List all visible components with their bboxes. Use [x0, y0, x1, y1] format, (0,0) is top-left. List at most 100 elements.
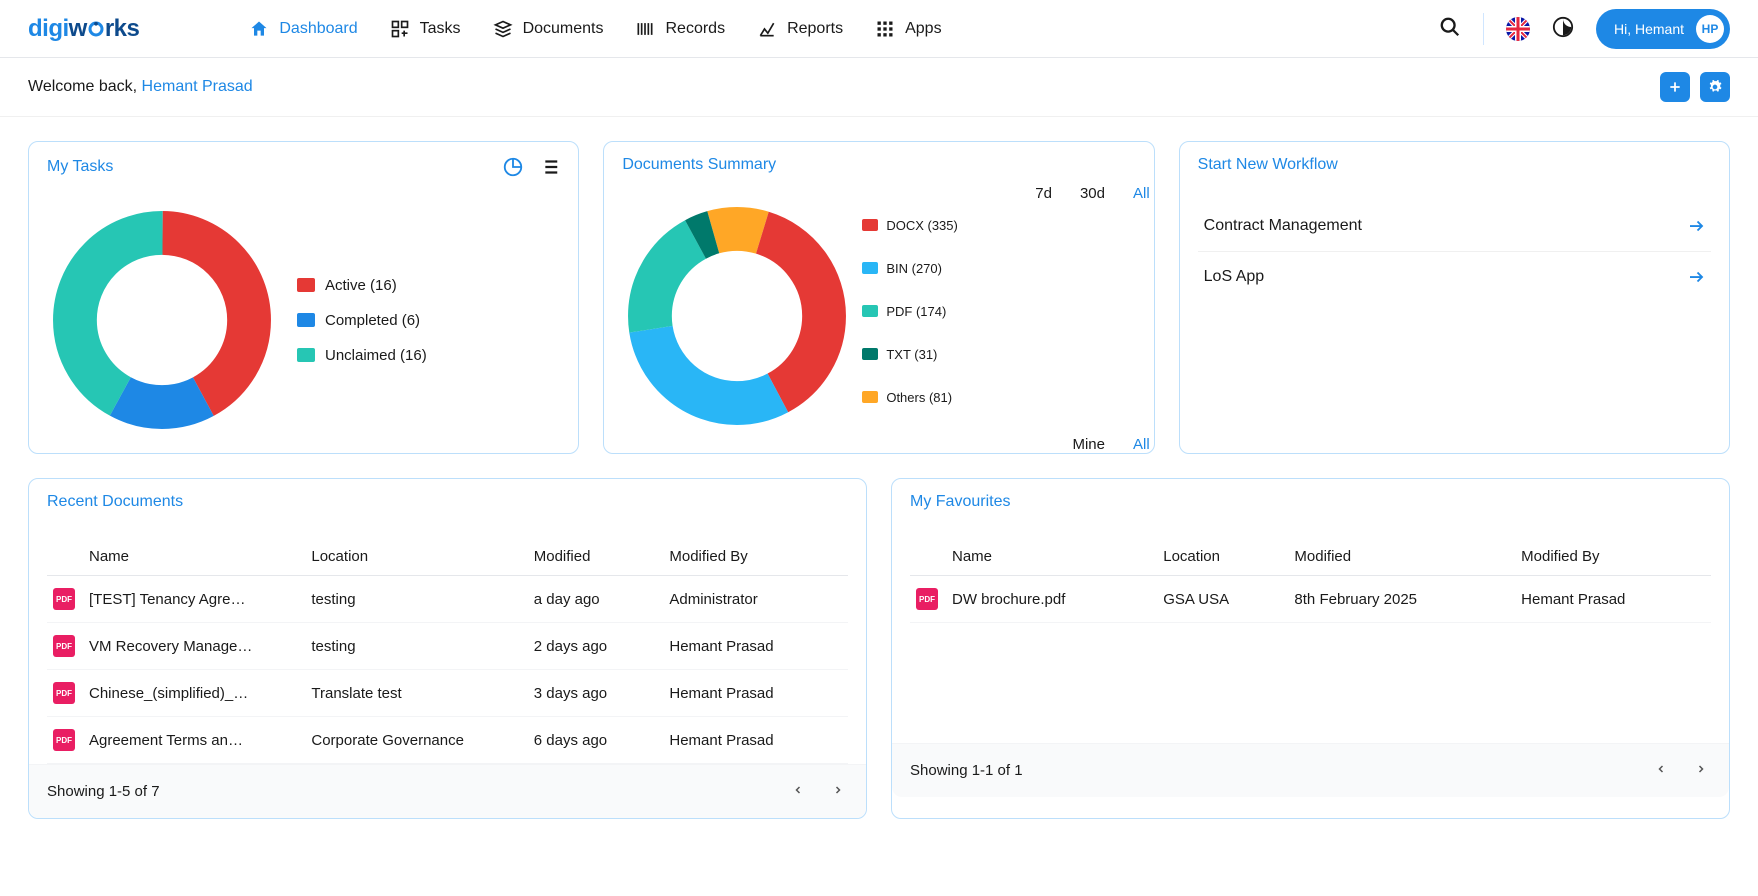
card-title: Start New Workflow — [1198, 156, 1338, 174]
documents-donut-chart — [622, 201, 852, 431]
legend-item: Others (81) — [862, 390, 958, 405]
prev-page-button[interactable] — [1651, 758, 1671, 783]
moon-icon — [1552, 16, 1574, 38]
table-footer: Showing 1-1 of 1 — [892, 743, 1729, 797]
nav-dashboard[interactable]: Dashboard — [249, 19, 357, 39]
table-row[interactable]: PDF [TEST] Tenancy Agre…testinga day agoA… — [47, 576, 848, 623]
chevron-left-icon — [792, 784, 804, 796]
range-7d[interactable]: 7d — [1035, 185, 1052, 202]
pdf-file-icon: PDF — [916, 588, 938, 610]
cell-by: Hemant Prasad — [663, 717, 848, 764]
bottom-grid: Recent Documents Name Location Modified … — [0, 478, 1758, 843]
legend-item: Unclaimed (16) — [297, 347, 427, 364]
logo[interactable]: digiwrks — [28, 15, 139, 43]
subheader-actions — [1660, 72, 1730, 102]
nav-label: Records — [665, 20, 725, 38]
pie-view-icon[interactable] — [502, 156, 524, 178]
pagination-summary: Showing 1-5 of 7 — [47, 783, 160, 800]
range-30d[interactable]: 30d — [1080, 185, 1105, 202]
cell-location: testing — [305, 576, 527, 623]
chevron-right-icon — [832, 784, 844, 796]
gear-icon — [1708, 80, 1722, 94]
pdf-file-icon: PDF — [53, 588, 75, 610]
range-all-owner[interactable]: All — [1133, 436, 1150, 453]
apps-grid-icon — [875, 19, 895, 39]
range-all[interactable]: All — [1133, 185, 1150, 202]
workflow-label: Contract Management — [1204, 217, 1362, 235]
table-footer: Showing 1-5 of 7 — [29, 764, 866, 818]
nav-tasks[interactable]: Tasks — [390, 19, 461, 39]
legend-item: PDF (174) — [862, 304, 958, 319]
cell-modified: 2 days ago — [528, 623, 664, 670]
cell-name: DW brochure.pdf — [946, 576, 1157, 623]
cell-by: Hemant Prasad — [1515, 576, 1711, 623]
chevron-right-icon — [1695, 763, 1707, 775]
nav-records[interactable]: Records — [635, 19, 725, 39]
nav-label: Apps — [905, 20, 941, 38]
nav-label: Documents — [523, 20, 604, 38]
cell-name: [TEST] Tenancy Agre… — [83, 576, 305, 623]
nav-apps[interactable]: Apps — [875, 19, 941, 39]
my-tasks-card: My Tasks Active (16) Completed (6) Uncla… — [28, 141, 579, 454]
table-row[interactable]: PDFDW brochure.pdfGSA USA8th February 20… — [910, 576, 1711, 623]
uk-flag-icon — [1506, 17, 1530, 41]
grid-plus-icon — [390, 19, 410, 39]
next-page-button[interactable] — [1691, 758, 1711, 783]
cell-name: Agreement Terms an… — [83, 717, 305, 764]
chart-icon — [757, 19, 777, 39]
nav-documents[interactable]: Documents — [493, 19, 604, 39]
prev-page-button[interactable] — [788, 779, 808, 804]
nav-label: Tasks — [420, 20, 461, 38]
legend-item: Completed (6) — [297, 312, 427, 329]
main-nav: Dashboard Tasks Documents Records Report… — [249, 19, 941, 39]
workflow-item[interactable]: Contract Management — [1198, 201, 1711, 252]
theme-toggle[interactable] — [1552, 16, 1574, 41]
welcome-message: Welcome back, Hemant Prasad — [28, 78, 253, 96]
col-modified-by: Modified By — [1515, 538, 1711, 576]
table-row[interactable]: PDFAgreement Terms an…Corporate Governan… — [47, 717, 848, 764]
col-name: Name — [946, 538, 1157, 576]
user-menu[interactable]: Hi, Hemant HP — [1596, 9, 1730, 49]
layers-icon — [493, 19, 513, 39]
nav-label: Dashboard — [279, 20, 357, 38]
search-button[interactable] — [1439, 16, 1461, 41]
subheader: Welcome back, Hemant Prasad — [0, 58, 1758, 117]
col-location: Location — [305, 538, 527, 576]
table-row[interactable]: PDFVM Recovery Manage…testing2 days agoH… — [47, 623, 848, 670]
nav-reports[interactable]: Reports — [757, 19, 843, 39]
legend-item: DOCX (335) — [862, 218, 958, 233]
workflow-item[interactable]: LoS App — [1198, 252, 1711, 302]
cell-modified: a day ago — [528, 576, 664, 623]
range-mine[interactable]: Mine — [1072, 436, 1105, 453]
plus-icon — [1668, 80, 1682, 94]
next-page-button[interactable] — [828, 779, 848, 804]
col-modified: Modified — [1288, 538, 1515, 576]
list-view-icon[interactable] — [538, 156, 560, 178]
pdf-file-icon: PDF — [53, 729, 75, 751]
recent-documents-card: Recent Documents Name Location Modified … — [28, 478, 867, 819]
cell-location: GSA USA — [1157, 576, 1288, 623]
cell-location: testing — [305, 623, 527, 670]
pagination-summary: Showing 1-1 of 1 — [910, 762, 1023, 779]
language-selector[interactable] — [1506, 17, 1530, 41]
start-workflow-card: Start New Workflow Contract Management L… — [1179, 141, 1730, 454]
cell-by: Administrator — [663, 576, 848, 623]
barcode-icon — [635, 19, 655, 39]
user-greeting: Hi, Hemant — [1614, 21, 1684, 37]
owner-range-tabs: Mine All — [1072, 436, 1149, 453]
cell-by: Hemant Prasad — [663, 623, 848, 670]
avatar: HP — [1696, 15, 1724, 43]
nav-label: Reports — [787, 20, 843, 38]
pdf-file-icon: PDF — [53, 635, 75, 657]
arrow-right-icon — [1687, 268, 1705, 286]
card-title: My Tasks — [47, 158, 113, 176]
arrow-right-icon — [1687, 217, 1705, 235]
cell-name: Chinese_(simplified)_… — [83, 670, 305, 717]
settings-button[interactable] — [1700, 72, 1730, 102]
table-row[interactable]: PDFChinese_(simplified)_…Translate test3… — [47, 670, 848, 717]
favourites-card: My Favourites Name Location Modified Mod… — [891, 478, 1730, 819]
app-header: digiwrks Dashboard Tasks Documents Recor… — [0, 0, 1758, 58]
search-icon — [1439, 16, 1461, 38]
legend-item: TXT (31) — [862, 347, 958, 362]
add-button[interactable] — [1660, 72, 1690, 102]
